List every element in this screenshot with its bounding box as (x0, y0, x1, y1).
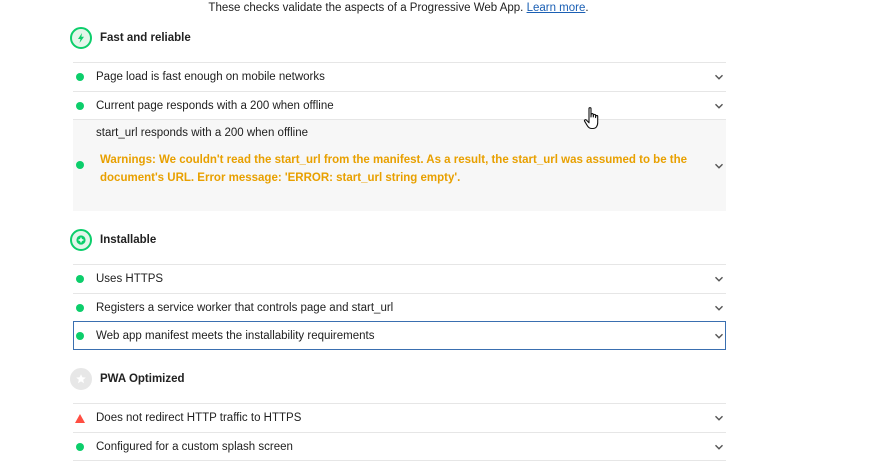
audit-title: Configured for a custom splash screen (96, 441, 293, 453)
group-installable: Installable (70, 228, 156, 252)
intro-text: These checks validate the aspects of a P… (208, 2, 589, 14)
audit-start-url-offline[interactable]: start_url responds with a 200 when offli… (73, 119, 726, 211)
audit-title: Current page responds with a 200 when of… (96, 100, 334, 112)
learn-more-link[interactable]: Learn more (527, 2, 586, 14)
pass-icon (76, 275, 84, 283)
warning-text: We couldn't read the start_url from the … (100, 154, 688, 184)
audit-title: Page load is fast enough on mobile netwo… (96, 71, 325, 83)
audit-title: Uses HTTPS (96, 273, 164, 285)
audit-https-redirect[interactable]: Does not redirect HTTP traffic to HTTPS (73, 403, 726, 432)
pass-icon (76, 161, 84, 169)
chevron-down-icon[interactable] (714, 303, 724, 313)
warning-message: Warnings: We couldn't read the start_url… (100, 151, 702, 187)
chevron-down-icon[interactable] (714, 101, 724, 111)
audit-installable-manifest[interactable]: Web app manifest meets the installabilit… (73, 321, 726, 350)
plus-icon (70, 229, 92, 251)
pwa-report: These checks validate the aspects of a P… (0, 0, 881, 461)
pass-icon (76, 73, 84, 81)
audit-splash-screen[interactable]: Configured for a custom splash screen (73, 432, 726, 460)
audit-title: start_url responds with a 200 when offli… (96, 127, 309, 139)
chevron-down-icon[interactable] (714, 331, 724, 341)
group-pwa-optimized: PWA Optimized (70, 367, 185, 391)
chevron-down-icon[interactable] (714, 274, 724, 284)
lightning-icon (70, 27, 92, 49)
audit-uses-https[interactable]: Uses HTTPS (73, 264, 726, 293)
star-icon (70, 368, 92, 390)
audit-fast-networks[interactable]: Page load is fast enough on mobile netwo… (73, 62, 726, 91)
audit-title: Does not redirect HTTP traffic to HTTPS (96, 412, 302, 424)
intro-description: These checks validate the aspects of a P… (208, 2, 524, 14)
pass-icon (76, 102, 84, 110)
chevron-down-icon[interactable] (714, 72, 724, 82)
audit-offline-200[interactable]: Current page responds with a 200 when of… (73, 91, 726, 119)
hand-cursor-icon (583, 107, 599, 130)
chevron-down-icon[interactable] (714, 161, 724, 171)
chevron-down-icon[interactable] (714, 413, 724, 423)
pass-icon (76, 331, 84, 340)
group-fast-and-reliable: Fast and reliable (70, 26, 191, 50)
fail-icon (75, 413, 85, 423)
audit-title: Web app manifest meets the installabilit… (96, 329, 375, 342)
warning-label: Warnings: (100, 154, 156, 166)
group-title: PWA Optimized (100, 373, 185, 385)
group-title: Fast and reliable (100, 32, 191, 44)
audit-service-worker[interactable]: Registers a service worker that controls… (73, 293, 726, 321)
chevron-down-icon[interactable] (714, 442, 724, 452)
audit-title: Registers a service worker that controls… (96, 302, 394, 314)
pass-icon (76, 304, 84, 312)
group-title: Installable (100, 234, 157, 246)
pass-icon (76, 443, 84, 451)
